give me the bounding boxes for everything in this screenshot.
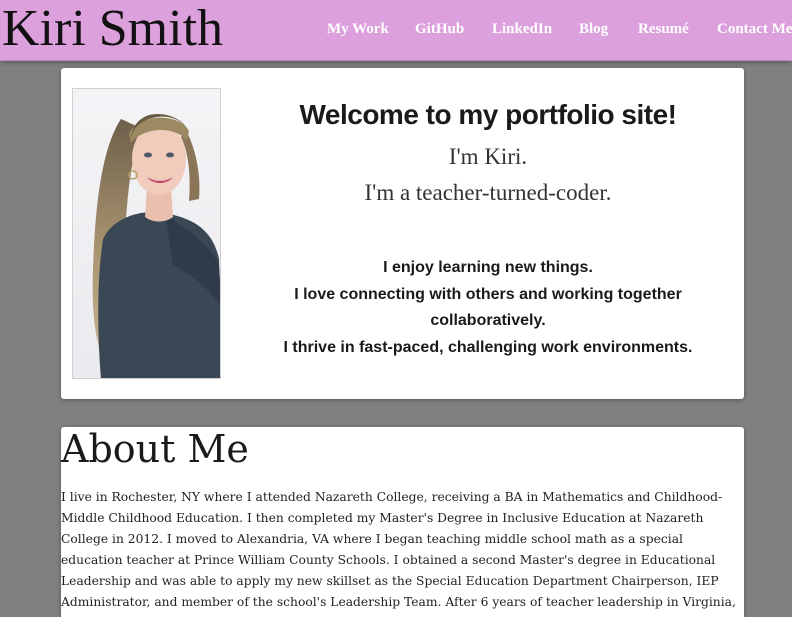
nav-link-github[interactable]: GitHub <box>415 19 464 39</box>
intro-tagline: I'm a teacher-turned-coder. <box>364 180 612 205</box>
profile-photo-image <box>73 89 220 378</box>
trait-item: I enjoy learning new things. <box>383 259 593 276</box>
about-card: About Me I live in Rochester, NY where I… <box>61 427 744 617</box>
nav-link-blog[interactable]: Blog <box>579 19 608 39</box>
trait-item: I thrive in fast-paced, challenging work… <box>283 338 693 356</box>
nav-link-resume[interactable]: Resumé <box>638 19 689 39</box>
about-paragraph: I live in Rochester, NY where I attended… <box>61 490 736 617</box>
nav-link-my-work[interactable]: My Work <box>327 19 389 39</box>
about-heading: About Me <box>61 427 249 471</box>
profile-photo <box>72 88 221 379</box>
welcome-card: Welcome to my portfolio site! I'm Kiri. … <box>61 68 744 399</box>
main-nav: My Work GitHub LinkedIn Blog Resumé Cont… <box>0 19 792 41</box>
intro-name: I'm Kiri. <box>448 144 528 169</box>
site-header: Kiri Smith My Work GitHub LinkedIn Blog … <box>0 0 792 61</box>
nav-link-contact-me[interactable]: Contact Me <box>717 19 792 39</box>
trait-item: I love connecting with others and workin… <box>294 285 682 330</box>
traits-list: I enjoy learning new things. I love conn… <box>261 255 715 361</box>
welcome-heading: Welcome to my portfolio site! <box>299 99 677 130</box>
nav-link-linkedin[interactable]: LinkedIn <box>492 19 552 39</box>
